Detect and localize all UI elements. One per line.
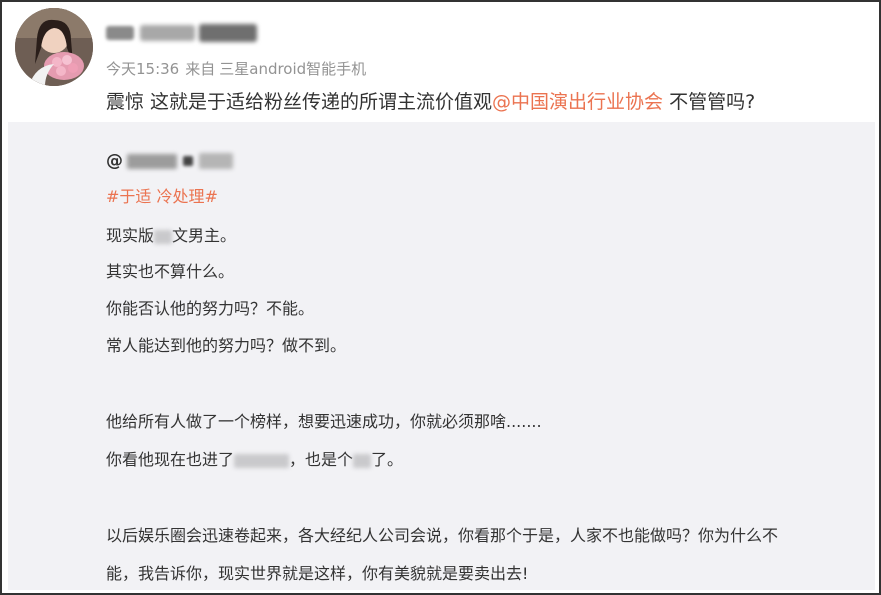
- text-redaction: [234, 453, 290, 468]
- quote-text: 现实版: [106, 226, 155, 245]
- quote-line-7: 以后娱乐圈会迅速卷起来，各大经纪人公司会说，你看那个于是，人家不也能做吗？你为什…: [106, 526, 779, 545]
- post-meta: 今天15:36 来自 三星android智能手机: [106, 58, 366, 79]
- quote-text: 文男主。: [172, 226, 237, 245]
- quote-line-1: 现实版 文男主。: [106, 224, 236, 248]
- quote-text: 你看他现在也进了: [106, 450, 235, 469]
- username-redaction: [140, 25, 195, 41]
- post-text-after: 不管管吗?: [663, 91, 756, 113]
- author-redaction: [199, 153, 233, 169]
- post-text-before: 震惊 这就是于适给粉丝传递的所谓主流价值观: [106, 91, 493, 113]
- quote-line-4: 常人能达到他的努力吗？做不到。: [106, 336, 347, 355]
- at-sign: @: [106, 151, 123, 171]
- source-prefix: 来自: [185, 60, 216, 78]
- post-time[interactable]: 今天15:36: [106, 60, 179, 78]
- avatar[interactable]: [15, 8, 93, 86]
- text-redaction: [353, 453, 372, 468]
- quote-line-2: 其实也不算什么。: [106, 262, 235, 281]
- quote-line-6: 你看他现在也进了 ，也是个 了。: [106, 448, 403, 472]
- author-redaction: [183, 156, 193, 166]
- author-redaction: [127, 153, 177, 169]
- text-redaction: [154, 229, 173, 244]
- mention-link[interactable]: @中国演出行业协会: [492, 91, 663, 113]
- username-redaction: [106, 26, 134, 40]
- quote-text: ，也是个: [289, 450, 354, 469]
- quote-line-3: 你能否认他的努力吗？不能。: [106, 299, 315, 318]
- quote-text: 了。: [371, 450, 404, 469]
- quoted-author[interactable]: @: [106, 150, 233, 172]
- post-text: 震惊 这就是于适给粉丝传递的所谓主流价值观@中国演出行业协会 不管管吗?: [106, 88, 755, 116]
- quote-line-8: 能，我告诉你，现实世界就是这样，你有美貌就是要卖出去!: [106, 564, 529, 583]
- username-redaction: [199, 24, 257, 42]
- source-device: 三星android智能手机: [219, 60, 367, 78]
- quote-line-5: 他给所有人做了一个榜样，想要迅速成功，你就必须那啥.......: [106, 412, 542, 431]
- username-blurred[interactable]: [106, 20, 257, 46]
- topic-hashtag[interactable]: #于适 冷处理#: [106, 185, 218, 209]
